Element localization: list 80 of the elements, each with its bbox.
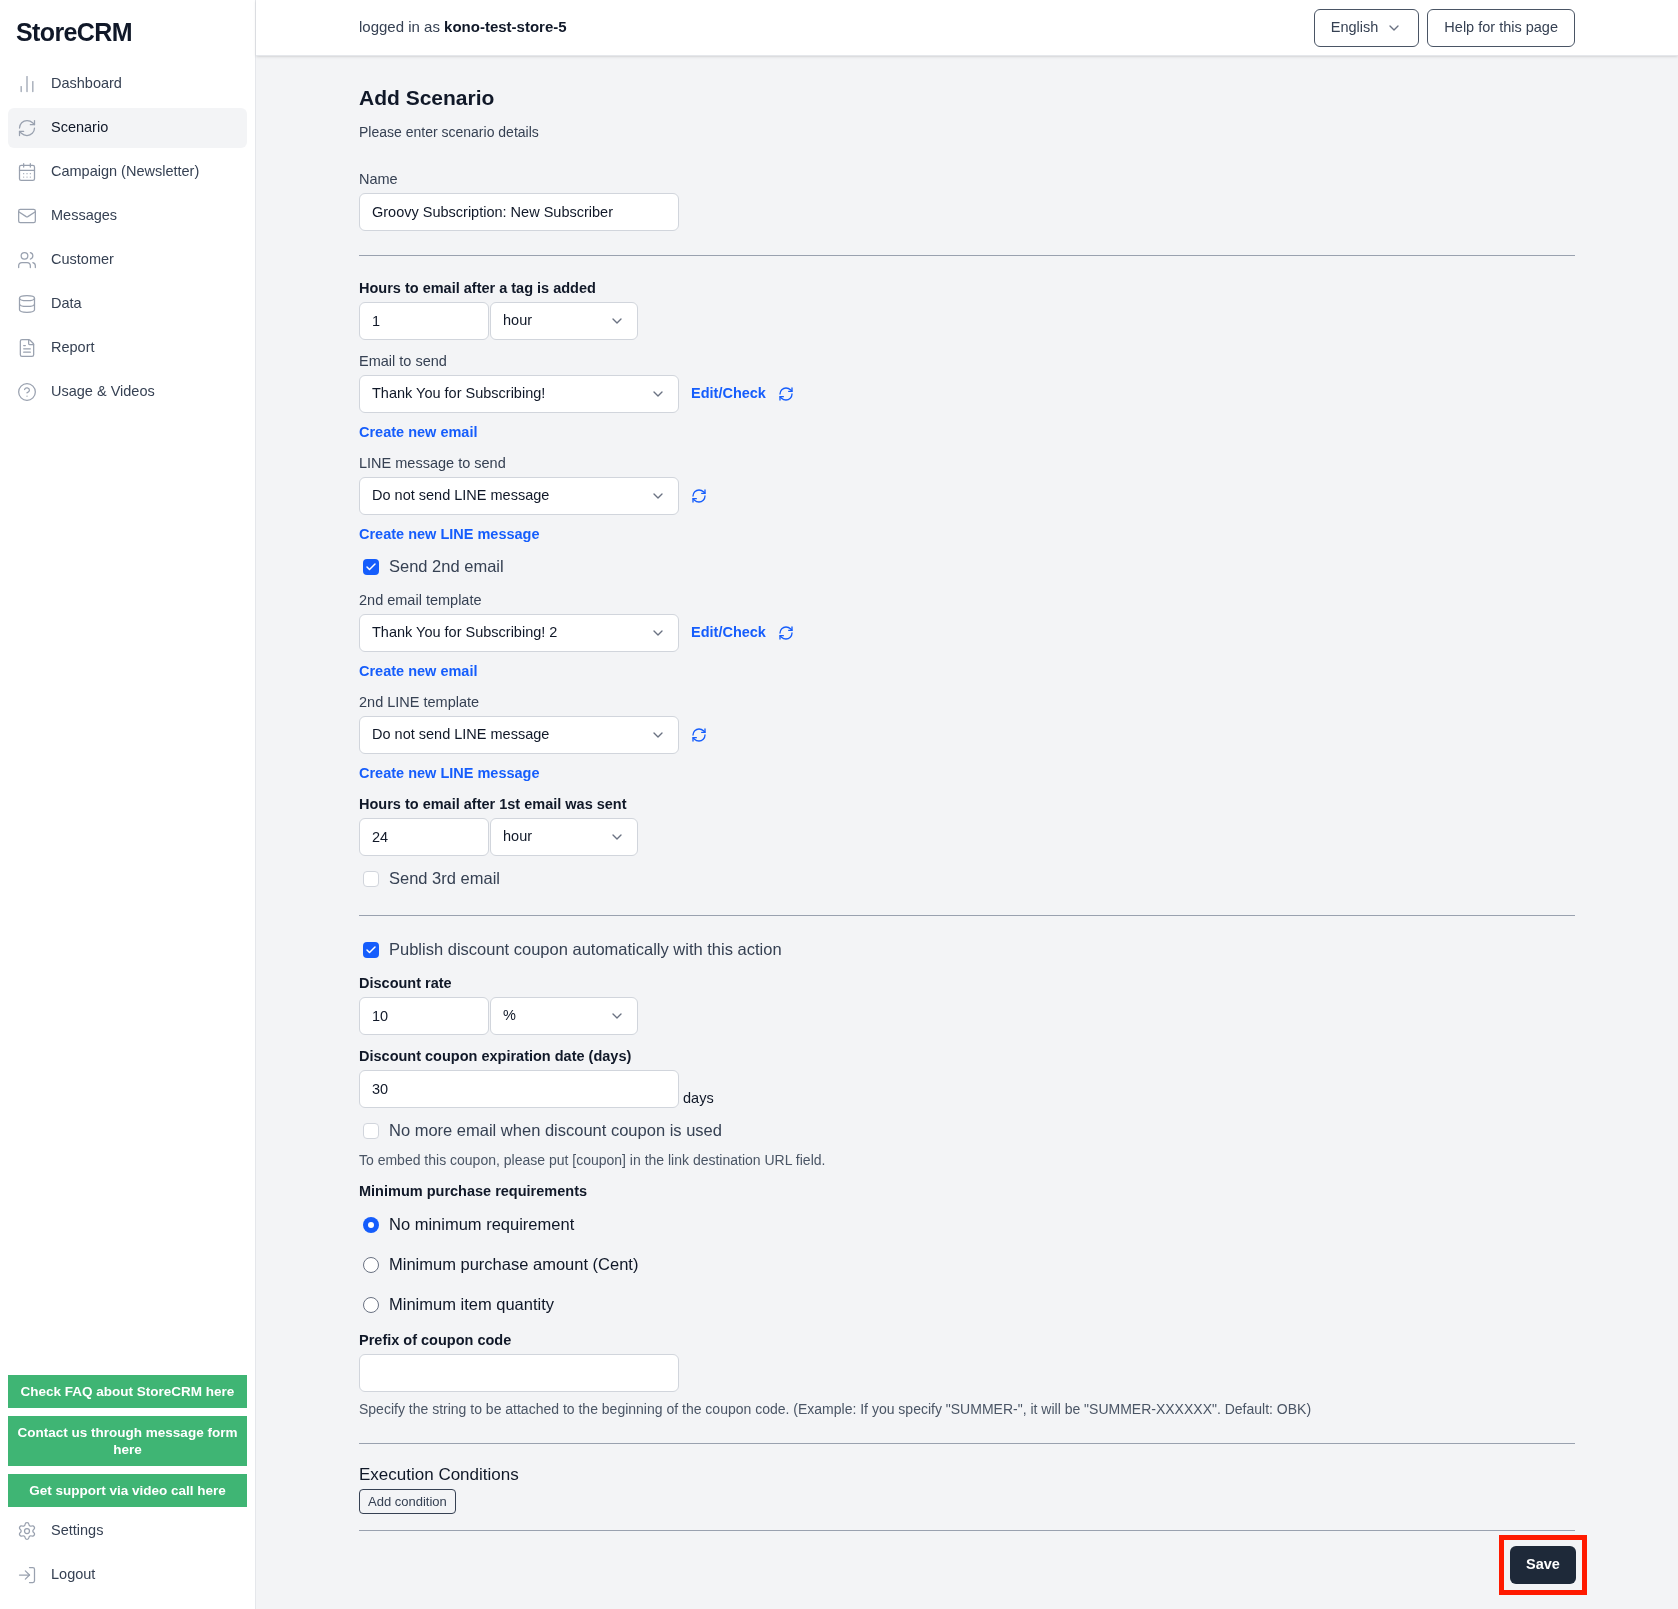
field-label: Minimum purchase requirements [359, 1181, 589, 1201]
checkbox-label: No more email when discount coupon is used [389, 1120, 722, 1142]
nav-item[interactable]: Customer [8, 239, 247, 280]
language-select[interactable]: English [1313, 8, 1420, 47]
text-field[interactable]: 30 [359, 1069, 679, 1108]
template-select[interactable]: Do not send LINE message [359, 715, 679, 754]
login-status: logged in as kono-test-store-5 [359, 17, 567, 38]
field-label: LINE message to send [359, 453, 507, 473]
refresh-icon[interactable] [777, 385, 794, 402]
calendar-icon [17, 161, 37, 182]
field-label: Prefix of coupon code [359, 1330, 513, 1350]
edit-check-link[interactable]: Edit/Check [691, 382, 766, 405]
checkbox-label: Send 2nd email [389, 556, 504, 578]
logo: StoreCRM [15, 17, 133, 48]
nav-item[interactable]: Messages [8, 195, 247, 236]
refresh-icon[interactable] [691, 487, 707, 504]
field-label: Discount rate [359, 973, 453, 993]
field-label: Email to send [359, 351, 448, 371]
logout-icon [17, 1565, 37, 1585]
field-label: Discount coupon expiration date (days) [359, 1046, 633, 1066]
nav-item[interactable]: Dashboard [8, 63, 247, 104]
edit-check-link[interactable]: Edit/Check [691, 621, 766, 644]
field-label: 2nd LINE template [359, 692, 481, 712]
create-link[interactable]: Create new LINE message [359, 523, 540, 544]
check-icon [365, 560, 377, 573]
checkbox[interactable] [363, 870, 379, 887]
nav-item[interactable]: Usage & Videos [8, 371, 247, 412]
nav-item[interactable]: Settings [8, 1511, 247, 1551]
checkbox-label: Publish discount coupon automatically with this action [389, 939, 782, 961]
help-icon [17, 381, 37, 402]
radio-button[interactable] [363, 1216, 379, 1233]
unit-select[interactable]: hour [490, 301, 638, 340]
number-field[interactable]: 1 [359, 301, 489, 340]
page-title: Add Scenario [359, 85, 496, 111]
number-field[interactable]: 10 [359, 996, 489, 1035]
help-text: To embed this coupon, please put [coupon] in the link destination URL field. [359, 1150, 827, 1170]
unit-select[interactable]: % [490, 996, 638, 1035]
checkbox[interactable] [363, 941, 379, 958]
check-icon [365, 943, 377, 956]
nav-item[interactable]: Report [8, 327, 247, 368]
refresh-icon [17, 117, 37, 138]
field-label: Name [359, 169, 399, 189]
add-condition-button[interactable]: Add condition [359, 1489, 456, 1514]
create-link[interactable]: Create new email [359, 421, 478, 442]
template-select[interactable]: Thank You for Subscribing! [359, 374, 679, 413]
refresh-icon[interactable] [691, 726, 707, 743]
document-icon [17, 337, 37, 358]
nav-item[interactable]: Campaign (Newsletter) [8, 151, 247, 192]
unit-label: days [683, 1088, 714, 1108]
field-label: Hours to email after a tag is added [359, 278, 597, 298]
text-field[interactable] [359, 1353, 679, 1392]
create-link[interactable]: Create new email [359, 660, 478, 681]
settings-icon [17, 1521, 37, 1541]
radio-button[interactable] [363, 1296, 379, 1313]
checkbox[interactable] [363, 1122, 379, 1139]
radio-label: No minimum requirement [389, 1214, 575, 1236]
save-button[interactable]: Save [1510, 1546, 1576, 1584]
create-link[interactable]: Create new LINE message [359, 762, 540, 783]
refresh-icon[interactable] [777, 624, 794, 641]
radio-label: Minimum item quantity [389, 1294, 555, 1316]
nav-item[interactable]: Data [8, 283, 247, 324]
people-icon [17, 249, 37, 270]
checkbox[interactable] [363, 558, 379, 575]
field-label: 2nd email template [359, 590, 483, 610]
field-label: Hours to email after 1st email was sent [359, 794, 628, 814]
nav-item[interactable]: Logout [8, 1555, 247, 1595]
database-icon [17, 293, 37, 314]
checkbox-label: Send 3rd email [389, 868, 500, 890]
unit-select[interactable]: hour [490, 817, 638, 856]
radio-button[interactable] [363, 1256, 379, 1273]
template-select[interactable]: Do not send LINE message [359, 476, 679, 515]
page-subtitle: Please enter scenario details [359, 122, 540, 142]
template-select[interactable]: Thank You for Subscribing! 2 [359, 613, 679, 652]
text-field[interactable]: Groovy Subscription: New Subscriber [359, 192, 679, 231]
help-text: Specify the string to be attached to the beginning of the coupon code. (Example: If you specify "SUMMER-", it will be "SUMMER-XXXXXX". Default: OBK) [359, 1399, 1313, 1419]
help-button[interactable]: Help for this page [1427, 8, 1575, 47]
section-title: Execution Conditions [359, 1463, 519, 1486]
number-field[interactable]: 24 [359, 817, 489, 856]
radio-label: Minimum purchase amount (Cent) [389, 1254, 639, 1276]
nav-item[interactable]: Scenario [8, 107, 247, 148]
